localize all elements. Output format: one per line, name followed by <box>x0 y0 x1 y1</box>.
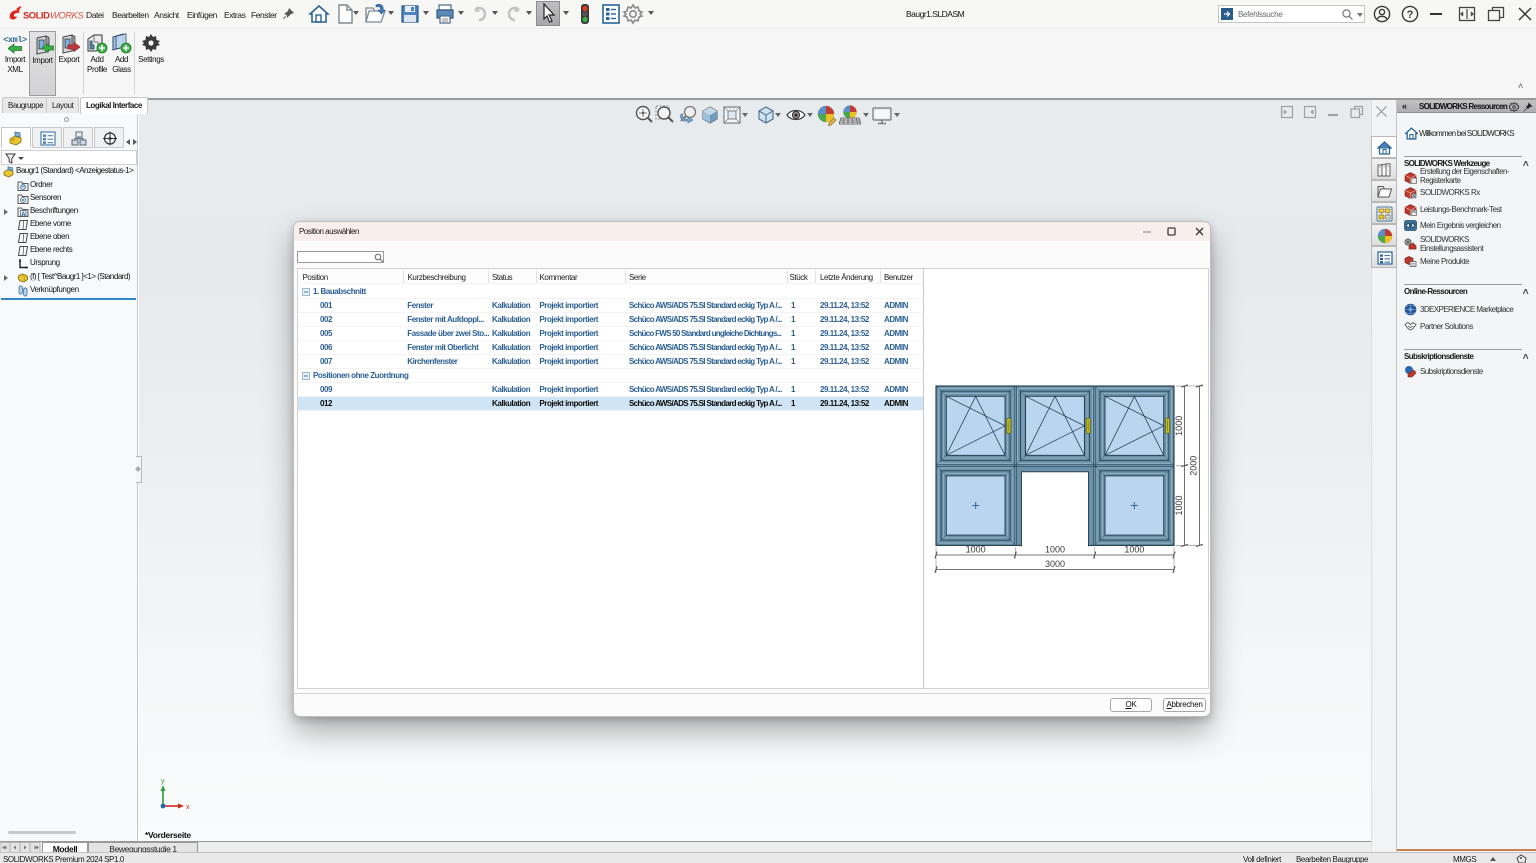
svg-text:A: A <box>21 211 25 217</box>
svg-text:3000: 3000 <box>1045 559 1065 569</box>
svg-text:y: y <box>161 778 165 785</box>
svg-text:1000: 1000 <box>1045 545 1065 555</box>
svg-text:1000: 1000 <box>1124 545 1144 555</box>
svg-text:1000: 1000 <box>1174 495 1184 515</box>
svg-text:1000: 1000 <box>966 545 986 555</box>
svg-text:2000: 2000 <box>1189 456 1199 476</box>
svg-text:WORKS: WORKS <box>50 10 84 21</box>
svg-text:x: x <box>186 804 190 811</box>
svg-text:1000: 1000 <box>1174 416 1184 436</box>
svg-text:SOLID: SOLID <box>23 10 50 21</box>
svg-text:?: ? <box>1407 9 1414 21</box>
